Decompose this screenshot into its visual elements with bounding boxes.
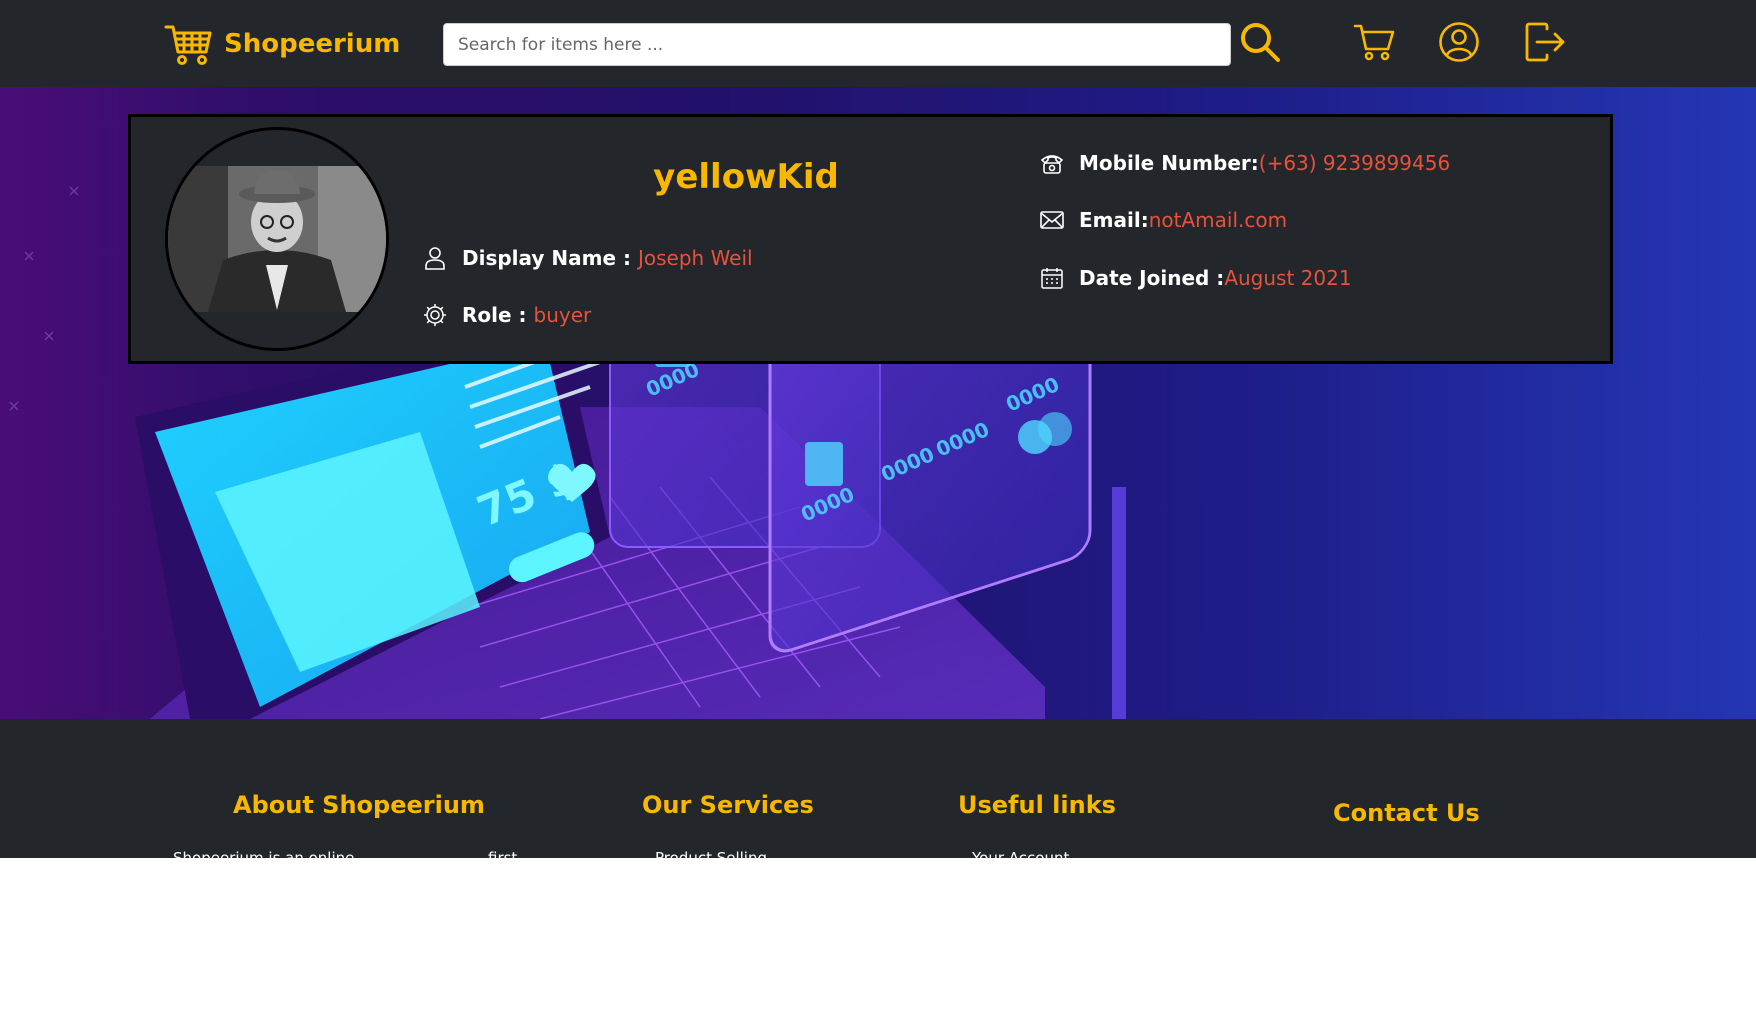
role-value: buyer <box>533 303 592 327</box>
username-heading: yellowKid <box>653 157 839 197</box>
date-joined-label: Date Joined : <box>1079 266 1225 290</box>
footer-about-title: About Shopeerium <box>233 791 485 819</box>
profile-photo <box>168 166 386 312</box>
footer-about-text: Shopeerium is an online <box>173 849 355 858</box>
mobile-value: (+63) 9239899456 <box>1258 151 1451 175</box>
brand-name: Shopeerium <box>224 29 401 59</box>
footer-services-title: Our Services <box>642 791 814 819</box>
display-name-row: Display Name : Joseph Weil <box>422 245 753 271</box>
calendar-icon <box>1039 265 1065 291</box>
avatar <box>165 127 389 351</box>
search-icon <box>1239 21 1281 67</box>
footer-about-text-2: first <box>488 849 518 858</box>
date-joined-value: August 2021 <box>1224 266 1352 290</box>
brand-link[interactable]: Shopeerium <box>164 20 400 68</box>
person-icon <box>422 245 448 271</box>
user-circle-icon <box>1438 21 1480 67</box>
mobile-row: Mobile Number: (+63) 9239899456 <box>1039 150 1450 176</box>
gear-icon <box>422 302 448 328</box>
email-label: Email: <box>1079 208 1149 232</box>
footer-services-link[interactable]: Product Selling <box>655 849 767 858</box>
profile-card: yellowKid Display Name : Joseph Weil Rol… <box>128 114 1613 364</box>
shopping-basket-icon <box>164 22 212 66</box>
role-label: Role : <box>462 303 527 327</box>
search-input[interactable] <box>443 23 1231 66</box>
logout-button[interactable] <box>1522 22 1566 66</box>
role-row: Role : buyer <box>422 302 591 328</box>
search-button[interactable] <box>1238 22 1282 66</box>
mobile-label: Mobile Number: <box>1079 151 1259 175</box>
email-value: notAmail.com <box>1148 208 1288 232</box>
navbar: Shopeerium <box>0 0 1756 87</box>
cart-icon <box>1353 22 1395 66</box>
date-joined-row: Date Joined : August 2021 <box>1039 265 1352 291</box>
telephone-icon <box>1039 150 1065 176</box>
account-button[interactable] <box>1437 22 1481 66</box>
footer: About Shopeerium Our Services Useful lin… <box>0 719 1756 858</box>
display-name-value: Joseph Weil <box>637 246 753 270</box>
cart-button[interactable] <box>1352 22 1396 66</box>
display-name-label: Display Name : <box>462 246 632 270</box>
logout-icon <box>1523 21 1565 67</box>
footer-contact-title: Contact Us <box>1333 799 1480 827</box>
envelope-icon <box>1039 207 1065 233</box>
email-row: Email: notAmail.com <box>1039 207 1287 233</box>
footer-links-title: Useful links <box>958 791 1116 819</box>
footer-account-link[interactable]: Your Account <box>972 849 1069 858</box>
